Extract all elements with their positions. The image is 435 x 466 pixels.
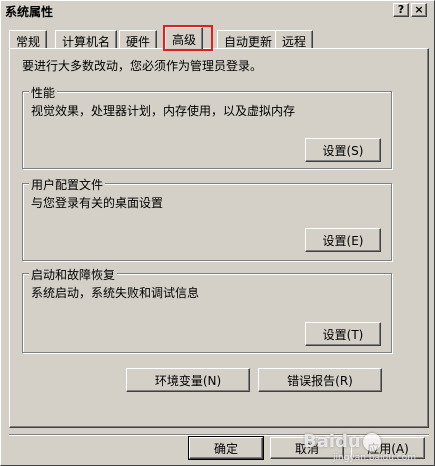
environment-variables-button[interactable]: 环境变量(N) [126, 368, 250, 392]
performance-group: 性能 视觉效果，处理器计划，内存使用，以及虚拟内存 设置(S) [22, 84, 392, 169]
title-bar[interactable]: 系统属性 ? × [1, 1, 434, 19]
user-profiles-group: 用户配置文件 与您登录有关的桌面设置 设置(E) [22, 176, 392, 261]
performance-description: 视觉效果，处理器计划，内存使用，以及虚拟内存 [31, 104, 296, 118]
user-profiles-description: 与您登录有关的桌面设置 [31, 196, 164, 210]
system-properties-window: 系统属性 ? × 常规 计算机名 硬件 高级 自动更新 远程 要进行大多数改动，… [0, 0, 435, 466]
startup-recovery-description: 系统启动，系统失败和调试信息 [31, 286, 200, 300]
ok-button[interactable]: 确定 [188, 436, 264, 460]
admin-notice: 要进行大多数改动，您必须作为管理员登录。 [22, 59, 263, 73]
user-profiles-settings-button[interactable]: 设置(E) [305, 228, 381, 252]
tab-advanced[interactable]: 高级 [165, 27, 204, 50]
cancel-button[interactable]: 取消 [270, 437, 344, 459]
tab-automatic-updates[interactable]: 自动更新 [217, 30, 280, 49]
advanced-tab-panel: 要进行大多数改动，您必须作为管理员登录。 性能 视觉效果，处理器计划，内存使用，… [9, 48, 429, 428]
tab-computer-name[interactable]: 计算机名 [55, 30, 118, 49]
startup-recovery-group-title: 启动和故障恢复 [29, 266, 118, 283]
help-button[interactable]: ? [393, 3, 409, 17]
startup-recovery-group: 启动和故障恢复 系统启动，系统失败和调试信息 设置(T) [22, 266, 392, 353]
error-reporting-button[interactable]: 错误报告(R) [258, 368, 382, 392]
startup-recovery-settings-button[interactable]: 设置(T) [305, 322, 381, 346]
tab-remote[interactable]: 远程 [275, 30, 314, 49]
footer-separator [9, 434, 429, 436]
performance-settings-button[interactable]: 设置(S) [305, 138, 381, 162]
tab-hardware[interactable]: 硬件 [119, 30, 158, 49]
apply-button[interactable]: 应用(A) [351, 437, 425, 459]
tab-general[interactable]: 常规 [9, 30, 48, 49]
window-title: 系统属性 [5, 5, 54, 19]
performance-group-title: 性能 [29, 84, 58, 101]
tab-strip: 常规 计算机名 硬件 高级 自动更新 远程 [9, 27, 429, 50]
user-profiles-group-title: 用户配置文件 [29, 176, 106, 193]
close-button[interactable]: × [411, 3, 427, 17]
